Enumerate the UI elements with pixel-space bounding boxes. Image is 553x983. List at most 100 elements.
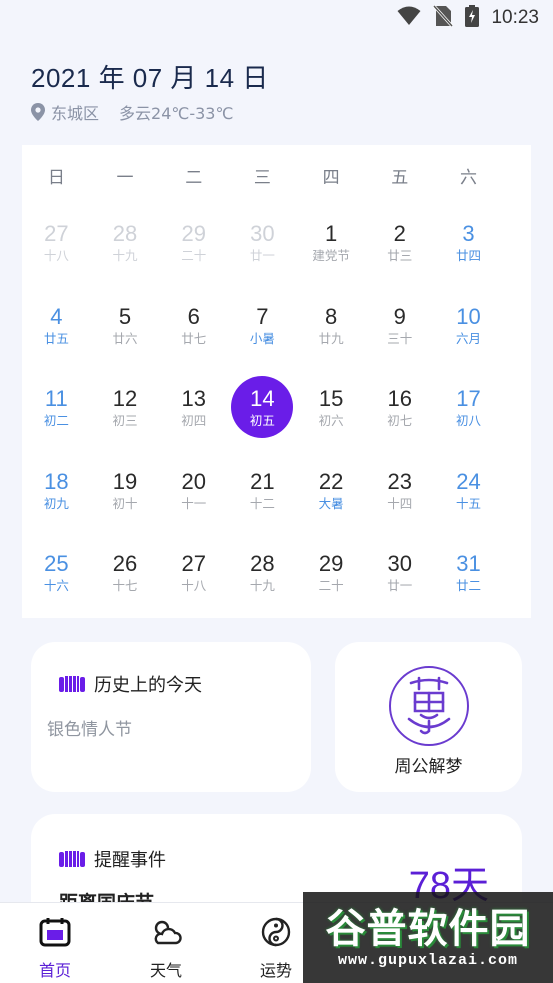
- day-number: 7: [256, 303, 269, 329]
- lunar-date: 廿一: [387, 578, 413, 593]
- calendar-day[interactable]: 15 初六: [297, 384, 366, 454]
- day-number: 29: [181, 221, 206, 246]
- day-number: 30: [250, 221, 275, 246]
- nav-fortune-label: 运势: [259, 961, 292, 980]
- weekday-header: 日 一 二 三 四 五 六: [22, 163, 531, 189]
- yin-yang-icon: [261, 917, 291, 951]
- calendar-day[interactable]: 25 十六: [22, 549, 91, 619]
- calendar-day[interactable]: 23 十四: [365, 467, 434, 537]
- calendar-day-selected[interactable]: 14 初五: [228, 376, 297, 454]
- calendar-day[interactable]: 24 十五: [434, 467, 503, 537]
- calendar-day[interactable]: 27 十八: [159, 549, 228, 619]
- calendar-day[interactable]: 8 廿九: [297, 302, 366, 372]
- day-number: 29: [318, 551, 344, 576]
- nav-fortune[interactable]: 运势: [241, 917, 311, 981]
- day-number: 4: [50, 303, 63, 329]
- day-number: 19: [112, 468, 138, 494]
- status-bar: 10:23: [0, 0, 553, 36]
- calendar-day[interactable]: 31 廿二: [434, 549, 503, 619]
- nav-home[interactable]: 首页: [20, 917, 90, 981]
- day-number: 16: [387, 386, 413, 411]
- weekday-sun: 日: [47, 168, 65, 188]
- calendar-day[interactable]: 9 三十: [365, 302, 434, 372]
- lunar-date: 十四: [387, 495, 413, 511]
- calendar-day[interactable]: 20 十一: [159, 467, 228, 537]
- day-number: 2: [393, 221, 406, 246]
- calendar-day[interactable]: 19 初十: [91, 467, 160, 537]
- lunar-date: 廿七: [181, 330, 207, 346]
- calendar-day[interactable]: 30 廿一: [365, 549, 434, 619]
- day-number: 26: [112, 551, 138, 576]
- lunar-date: 十八: [181, 578, 207, 593]
- calendar-day[interactable]: 4 廿五: [22, 302, 91, 372]
- day-number: 11: [44, 386, 68, 411]
- calendar-day[interactable]: 1 建党节: [297, 219, 366, 289]
- history-card-event: 银色情人节: [47, 720, 132, 740]
- day-number: 28: [250, 551, 275, 576]
- nav-weather[interactable]: 天气: [131, 917, 201, 981]
- calendar-day[interactable]: 22 大暑: [297, 467, 366, 537]
- calendar-day[interactable]: 5 廿六: [91, 302, 160, 372]
- day-number: 15: [318, 386, 344, 411]
- day-number: 1: [324, 221, 338, 246]
- lunar-date: 二十: [318, 578, 344, 593]
- calendar-day[interactable]: 28 十九: [228, 549, 297, 619]
- dream-card-label: 周公解梦: [394, 757, 463, 777]
- calendar-day[interactable]: 2 廿三: [365, 219, 434, 289]
- calendar-day[interactable]: 17 初八: [434, 384, 503, 454]
- lunar-date: 廿五: [43, 330, 69, 346]
- calendar-day[interactable]: 6 廿七: [159, 302, 228, 372]
- calendar-day[interactable]: 26 十七: [91, 549, 160, 619]
- lunar-date: 廿三: [387, 248, 413, 263]
- day-number: 6: [187, 303, 200, 329]
- day-number: 9: [393, 303, 406, 329]
- calendar-week-row: 4 廿五 5 廿六 6 廿七 7 小暑 8 廿九 9 三十 10 六月: [22, 302, 531, 385]
- lunar-date: 廿一: [249, 248, 275, 263]
- lunar-date: 廿四: [455, 248, 481, 263]
- nav-home-label: 首页: [38, 961, 71, 980]
- calendar-day[interactable]: 29 二十: [159, 219, 228, 289]
- calendar-day[interactable]: 3 廿四: [434, 219, 503, 289]
- day-number: 22: [318, 468, 344, 494]
- location-pin-icon: [31, 103, 45, 121]
- day-number: 18: [44, 468, 69, 494]
- lunar-date: 初五: [249, 413, 275, 428]
- calendar-day[interactable]: 27 十八: [22, 219, 91, 289]
- lunar-date: 六月: [455, 330, 481, 346]
- day-number: 20: [181, 468, 206, 494]
- nav-weather-label: 天气: [149, 961, 182, 980]
- dream-seal-icon: [389, 666, 469, 746]
- calendar-day[interactable]: 29 二十: [297, 549, 366, 619]
- lunar-date: 十九: [112, 248, 138, 263]
- lunar-date: 初八: [455, 413, 481, 428]
- calendar-day[interactable]: 16 初七: [365, 384, 434, 454]
- calendar-day[interactable]: 21 十二: [228, 467, 297, 537]
- calendar-day[interactable]: 10 六月: [434, 302, 503, 372]
- wifi-icon: [397, 6, 421, 30]
- calendar-week-row: 11 初二 12 初三 13 初四 14 初五 15 初六 16 初七 17 初八: [22, 376, 531, 467]
- calendar-day[interactable]: 11 初二: [22, 384, 91, 454]
- lunar-date: 十五: [455, 495, 481, 511]
- day-number: 27: [181, 551, 206, 576]
- lunar-date: 初三: [112, 413, 138, 428]
- location-weather-row[interactable]: 东城区 多云24℃-33℃: [31, 101, 233, 123]
- calendar-day[interactable]: 7 小暑: [228, 302, 297, 372]
- calendar-day[interactable]: 12 初三: [91, 384, 160, 454]
- reminder-card-title: 提醒事件: [94, 850, 166, 871]
- day-number: 21: [250, 468, 275, 494]
- weekday-thu: 四: [322, 168, 340, 188]
- lunar-date: 小暑: [249, 330, 275, 346]
- day-number: 25: [44, 551, 69, 576]
- history-card-title: 历史上的今天: [94, 675, 202, 696]
- calendar-day[interactable]: 13 初四: [159, 384, 228, 454]
- day-number: 5: [118, 303, 132, 329]
- weekday-sat: 六: [459, 168, 477, 188]
- calendar-day[interactable]: 28 十九: [91, 219, 160, 289]
- calendar-day[interactable]: 30 廿一: [228, 219, 297, 289]
- history-today-card[interactable]: 历史上的今天 银色情人节: [31, 642, 311, 792]
- site-watermark: 谷普软件园 www.gupuxlazai.com: [303, 892, 553, 983]
- lunar-date: 三十: [387, 330, 413, 346]
- dream-interpretation-card[interactable]: 周公解梦: [335, 642, 522, 792]
- calendar-day[interactable]: 18 初九: [22, 467, 91, 537]
- current-date[interactable]: 2021 年 07 月 14 日: [31, 58, 269, 95]
